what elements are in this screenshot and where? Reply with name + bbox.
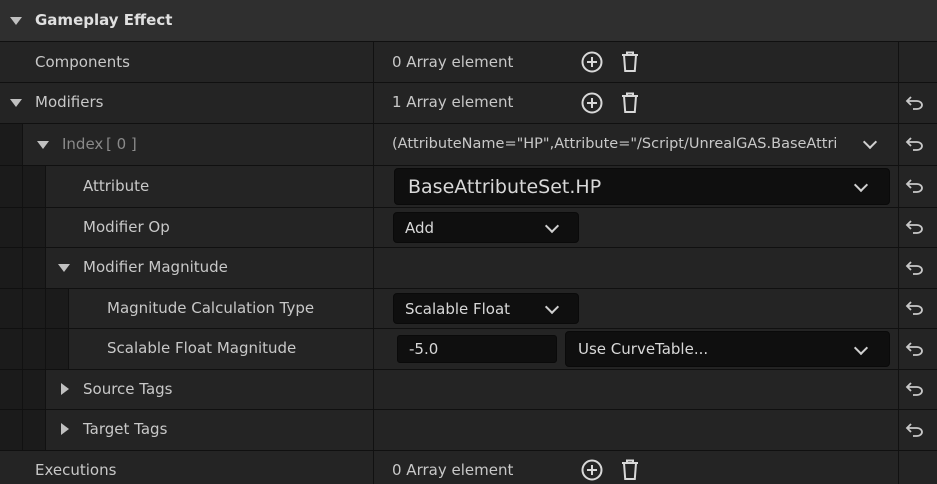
triangle-down-icon[interactable]: [37, 141, 49, 149]
scalable-float-value: -5.0: [409, 340, 439, 358]
reset-to-default-icon[interactable]: [905, 423, 925, 437]
index-number: [ 0 ]: [106, 135, 137, 153]
attribute-combo[interactable]: BaseAttributeSet.HP: [394, 168, 890, 205]
property-label: Modifier Magnitude: [83, 258, 228, 276]
property-row-modifiers[interactable]: Modifiers 1 Array element: [0, 83, 937, 123]
plus-circle-icon[interactable]: [579, 90, 605, 116]
reset-to-default-icon[interactable]: [905, 179, 925, 193]
property-label: Components: [35, 53, 130, 71]
attribute-value: BaseAttributeSet.HP: [408, 175, 602, 198]
property-label: Modifiers: [35, 93, 104, 111]
chevron-down-icon: [544, 218, 560, 234]
property-label: Magnitude Calculation Type: [107, 299, 315, 317]
property-label: Target Tags: [83, 420, 168, 438]
plus-circle-icon[interactable]: [579, 49, 605, 75]
magnitude-calc-combo[interactable]: Scalable Float: [393, 293, 579, 324]
property-row-target-tags[interactable]: Target Tags: [0, 410, 937, 450]
reset-to-default-icon[interactable]: [905, 137, 925, 151]
property-row-scalable-float-magnitude: Scalable Float Magnitude -5.0 Use CurveT…: [0, 329, 937, 369]
property-label: Scalable Float Magnitude: [107, 339, 297, 357]
trash-icon[interactable]: [617, 49, 643, 75]
triangle-right-icon[interactable]: [61, 423, 69, 435]
curve-table-combo[interactable]: Use CurveTable...: [565, 331, 890, 367]
chevron-down-icon: [853, 177, 869, 193]
triangle-down-icon[interactable]: [58, 264, 70, 272]
magnitude-calc-value: Scalable Float: [405, 299, 511, 318]
property-label: Attribute: [83, 177, 150, 195]
property-row-components: Components 0 Array element: [0, 42, 937, 82]
reset-to-default-icon[interactable]: [905, 342, 925, 356]
array-count: 0 Array element: [392, 53, 514, 71]
modifier-op-combo[interactable]: Add: [393, 212, 579, 243]
struct-value: (AttributeName="HP",Attribute="/Script/U…: [392, 137, 836, 152]
section-title: Gameplay Effect: [35, 11, 173, 29]
property-row-modifier-op: Modifier Op Add: [0, 208, 937, 247]
triangle-down-icon[interactable]: [10, 17, 22, 25]
section-header-gameplay-effect[interactable]: Gameplay Effect: [0, 0, 937, 41]
array-count: 0 Array element: [392, 461, 514, 479]
trash-icon[interactable]: [617, 457, 643, 483]
property-row-modifier-magnitude[interactable]: Modifier Magnitude: [0, 248, 937, 288]
array-count: 1 Array element: [392, 93, 514, 111]
property-row-executions: Executions 0 Array element: [0, 451, 937, 484]
reset-to-default-icon[interactable]: [905, 220, 925, 234]
property-label: Executions: [35, 461, 117, 479]
property-row-magnitude-calculation-type: Magnitude Calculation Type Scalable Floa…: [0, 289, 937, 328]
trash-icon[interactable]: [617, 90, 643, 116]
reset-to-default-icon[interactable]: [905, 261, 925, 275]
property-row-attribute: Attribute BaseAttributeSet.HP: [0, 166, 937, 207]
curve-table-value: Use CurveTable...: [578, 340, 709, 358]
property-label: Source Tags: [83, 380, 173, 398]
scalable-float-input[interactable]: -5.0: [397, 335, 557, 363]
property-label: Modifier Op: [83, 218, 170, 236]
plus-circle-icon[interactable]: [579, 457, 605, 483]
triangle-down-icon[interactable]: [10, 99, 22, 107]
chevron-down-icon: [544, 299, 560, 315]
chevron-down-icon: [853, 340, 869, 356]
index-label: Index: [62, 135, 104, 153]
property-row-index[interactable]: Index [ 0 ] (AttributeName="HP",Attribut…: [0, 124, 937, 165]
modifier-op-value: Add: [405, 218, 435, 237]
property-row-source-tags[interactable]: Source Tags: [0, 370, 937, 409]
reset-to-default-icon[interactable]: [905, 96, 925, 110]
triangle-right-icon[interactable]: [61, 383, 69, 395]
reset-to-default-icon[interactable]: [905, 301, 925, 315]
reset-to-default-icon[interactable]: [905, 382, 925, 396]
